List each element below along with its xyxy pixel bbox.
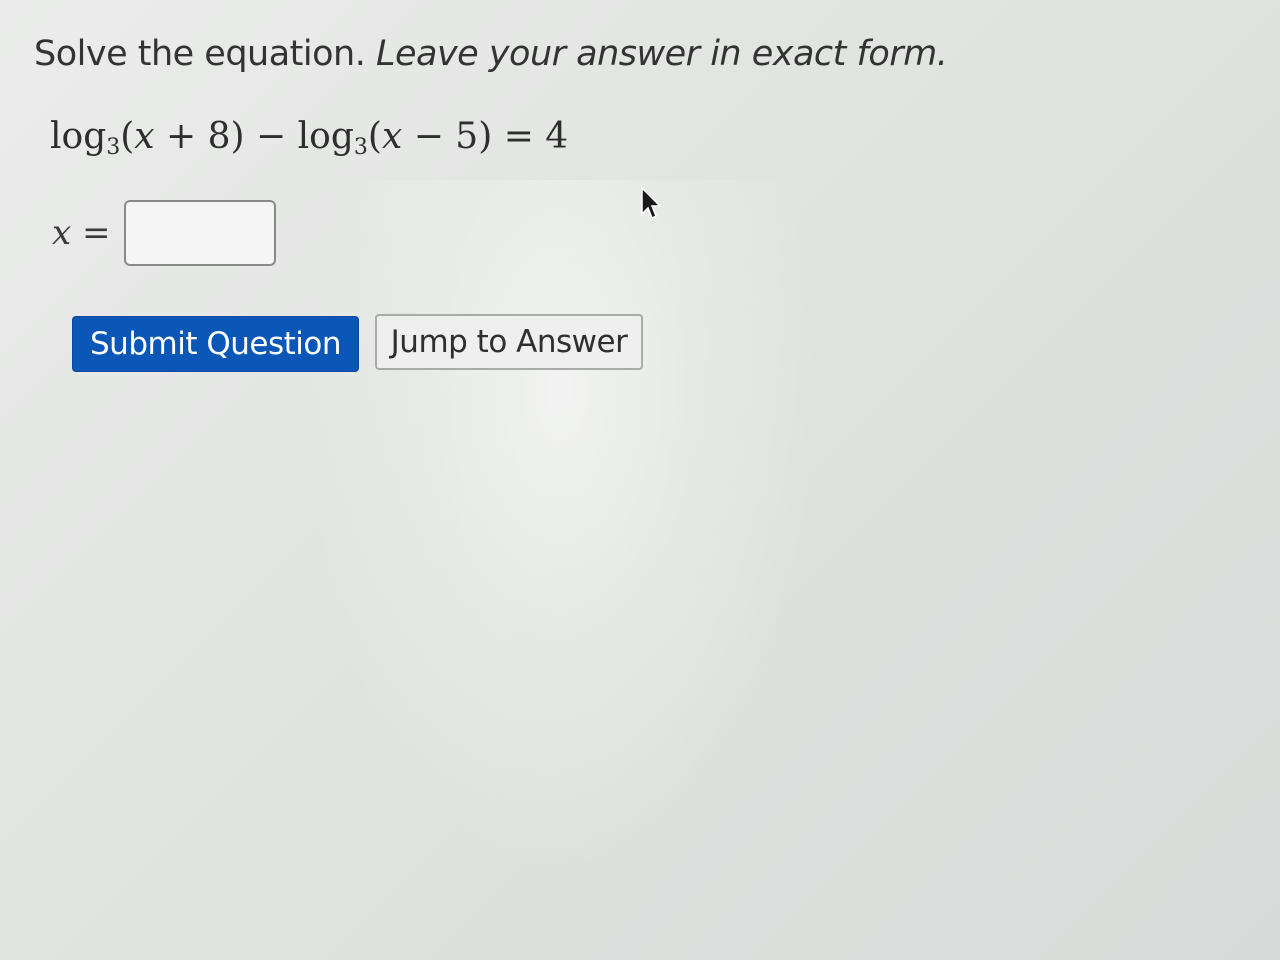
answer-label: x = [52, 213, 110, 253]
question-prompt: Solve the equation. Leave your answer in… [34, 34, 948, 74]
question-instruction: Leave your answer in exact form. [375, 34, 948, 74]
answer-input[interactable] [124, 200, 277, 266]
equation-minus: − [244, 116, 298, 157]
log-term-1: log [50, 116, 107, 157]
submit-question-label: Submit Question [90, 326, 341, 362]
log-base-2: 3 [353, 135, 368, 160]
answer-variable: x [52, 213, 72, 253]
jump-to-answer-button[interactable]: Jump to Answer [375, 314, 643, 370]
equation-paren-1: ( [120, 116, 135, 157]
jump-to-answer-label: Jump to Answer [390, 324, 628, 360]
mouse-pointer-icon [641, 186, 662, 220]
answer-row: x = [52, 200, 277, 266]
submit-question-button[interactable]: Submit Question [72, 316, 359, 372]
equation-operand-2: − 5) = 4 [402, 116, 569, 157]
question-prefix: Solve the equation. [34, 34, 366, 74]
equation-paren-2: ( [367, 116, 382, 157]
equation-variable-2: x [381, 116, 403, 157]
equation-operand-1: + 8) [154, 116, 245, 157]
log-base-1: 3 [106, 135, 121, 160]
answer-equals: = [71, 213, 111, 253]
log-term-2: log [297, 116, 354, 157]
screen-glare [300, 180, 820, 880]
equation-variable-1: x [134, 116, 155, 157]
equation: log3(x + 8) − log3(x − 5) = 4 [50, 116, 568, 160]
